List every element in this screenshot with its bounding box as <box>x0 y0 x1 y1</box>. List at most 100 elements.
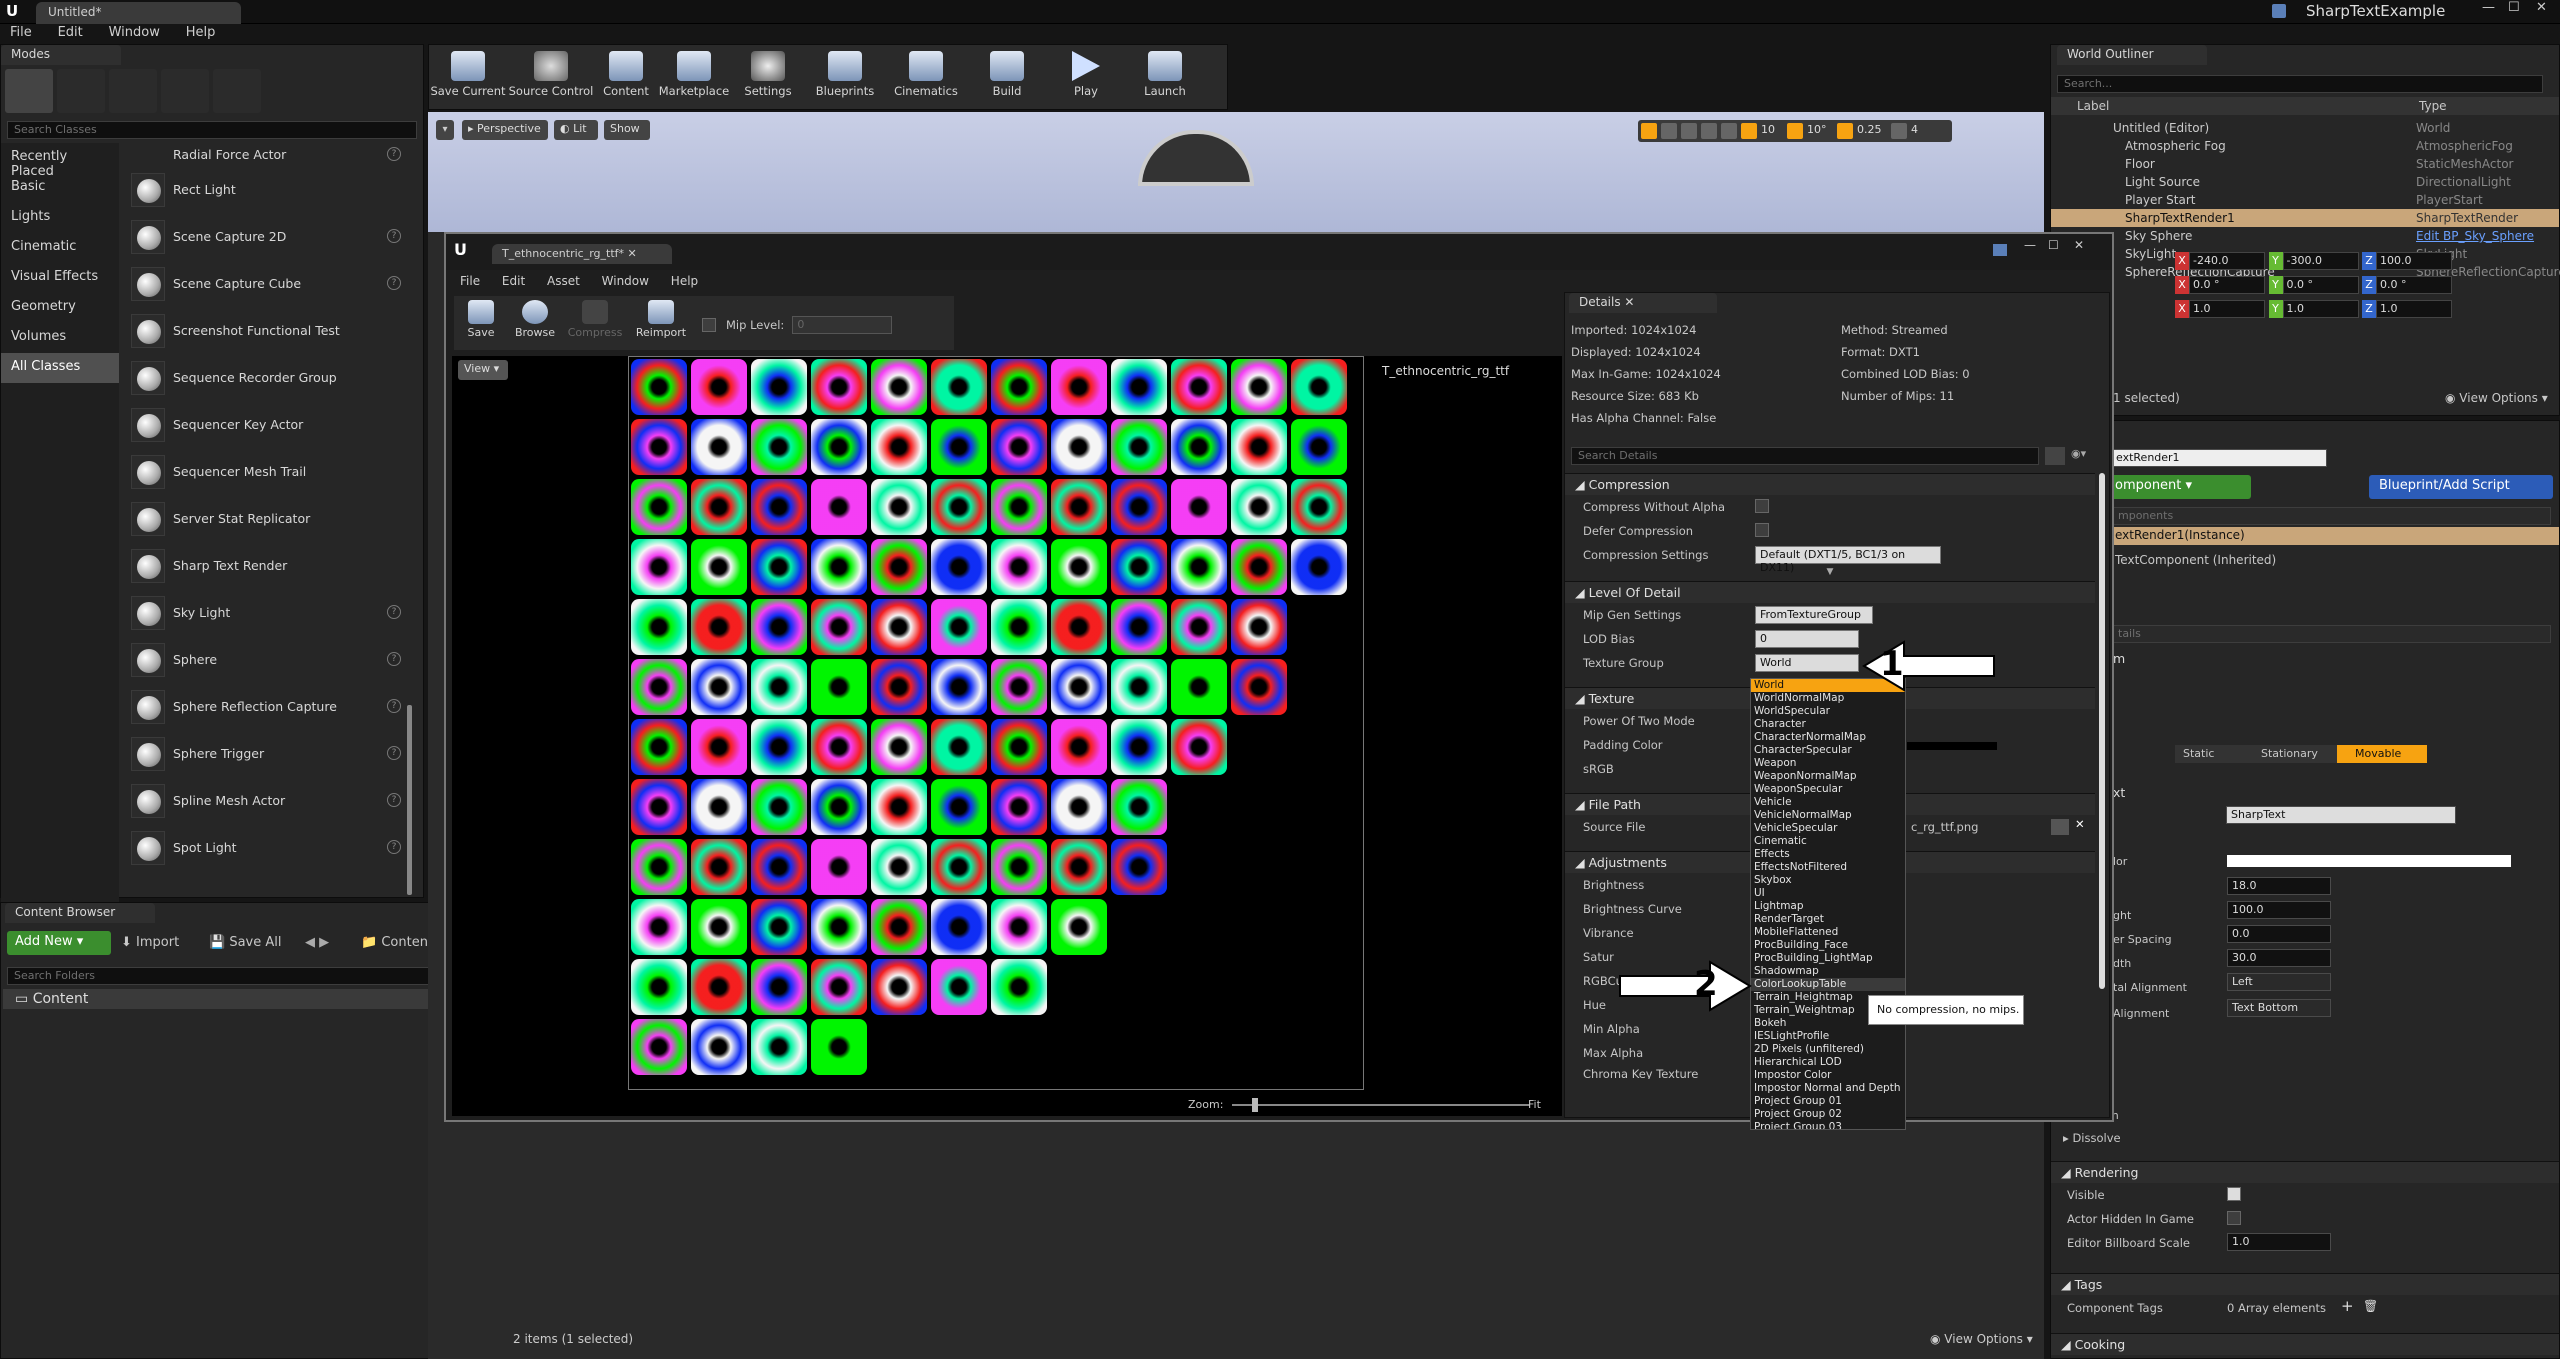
texture-group-option[interactable]: ProcBuilding_Face <box>1751 939 1905 952</box>
texture-group-option[interactable]: Project Group 03 <box>1751 1121 1905 1129</box>
edit-blueprint-link[interactable]: Edit BP_Sky_Sphere <box>2416 229 2534 243</box>
mobility-static[interactable]: Static <box>2175 745 2247 763</box>
source-control-button[interactable]: Source Control <box>507 45 595 109</box>
menu-help[interactable]: Help <box>186 25 216 40</box>
actor-list-scrollbar[interactable] <box>407 705 412 895</box>
texture-group-option[interactable]: Weapon <box>1751 757 1905 770</box>
translate-icon[interactable] <box>1641 123 1657 139</box>
place-mode-icon[interactable] <box>5 69 53 113</box>
search-classes-input[interactable]: Search Classes <box>7 121 417 139</box>
angle-value[interactable]: 10° <box>1807 123 1833 139</box>
texture-group-option[interactable]: IESLightProfile <box>1751 1030 1905 1043</box>
content-view-options[interactable]: ◉ View Options ▾ <box>1930 1332 2033 1346</box>
compression-section[interactable]: ◢ Compression <box>1565 473 2095 495</box>
mip-level-checkbox[interactable] <box>702 318 716 332</box>
help-icon[interactable]: ? <box>387 147 401 161</box>
visible-checkbox[interactable] <box>2227 1187 2241 1201</box>
save-all-button[interactable]: 💾 Save All <box>209 935 282 950</box>
padding-color-swatch[interactable] <box>1907 742 1997 750</box>
eye-icon[interactable]: ◉▾ <box>2071 447 2101 465</box>
category-recently-placed[interactable]: Recently Placed <box>1 143 119 179</box>
texture-group-option[interactable]: Project Group 01 <box>1751 1095 1905 1108</box>
zoom-slider-handle[interactable] <box>1252 1098 1258 1112</box>
defer-compression-checkbox[interactable] <box>1755 523 1769 537</box>
reimport-button[interactable]: Reimport <box>628 296 694 350</box>
close-button[interactable]: ✕ <box>2074 238 2084 252</box>
browse-file-icon[interactable] <box>2051 819 2069 835</box>
texture-group-option[interactable]: 2D Pixels (unfiltered) <box>1751 1043 1905 1056</box>
actor-name-input[interactable]: extRender1 <box>2111 449 2327 467</box>
texture-group-option[interactable]: CharacterNormalMap <box>1751 731 1905 744</box>
actor-scene-capture-2d[interactable]: Scene Capture 2D? <box>123 214 415 261</box>
texture-group-option[interactable]: ColorLookupTable <box>1751 978 1905 991</box>
mip-gen-dropdown[interactable]: FromTextureGroup <box>1755 606 1873 624</box>
grid-snap-icon[interactable] <box>1741 123 1757 139</box>
help-icon[interactable]: ? <box>387 276 401 290</box>
actor-sequence-recorder[interactable]: Sequence Recorder Group <box>123 355 415 402</box>
texture-group-option[interactable]: UI <box>1751 887 1905 900</box>
menu-window[interactable]: Window <box>109 25 160 40</box>
category-volumes[interactable]: Volumes <box>1 323 119 353</box>
build-button[interactable]: Build <box>967 45 1047 109</box>
texture-group-option[interactable]: VehicleSpecular <box>1751 822 1905 835</box>
texture-group-option[interactable]: Impostor Color <box>1751 1069 1905 1082</box>
help-icon[interactable]: ? <box>387 699 401 713</box>
outliner-row[interactable]: Untitled (Editor) World <box>2051 119 2559 137</box>
menu-edit[interactable]: Edit <box>58 25 83 40</box>
clear-file-icon[interactable]: ✕ <box>2075 817 2085 831</box>
geometry-mode-icon[interactable] <box>213 69 261 113</box>
content-folder-row[interactable]: ▭ Content <box>3 989 443 1009</box>
trash-icon[interactable]: 🗑 <box>2363 1299 2378 1313</box>
help-icon[interactable]: ? <box>387 652 401 666</box>
location-y[interactable]: -300.0 <box>2282 252 2359 270</box>
paint-mode-icon[interactable] <box>57 69 105 113</box>
rotation-x[interactable]: 0.0 ° <box>2189 276 2265 294</box>
rotation-z[interactable]: 0.0 ° <box>2376 276 2452 294</box>
spacing-input[interactable]: 0.0 <box>2227 925 2331 943</box>
rotation-y[interactable]: 0.0 ° <box>2282 276 2359 294</box>
category-all-classes[interactable]: All Classes <box>1 353 119 383</box>
perspective-button[interactable]: ▸ Perspective <box>462 120 548 140</box>
texture-tab[interactable]: T_ethnocentric_rg_ttf* ✕ <box>492 244 672 264</box>
outliner-search-input[interactable]: Search... <box>2057 75 2543 93</box>
texture-group-option[interactable]: Effects <box>1751 848 1905 861</box>
compression-settings-dropdown[interactable]: Default (DXT1/5, BC1/3 on DX11) <box>1755 546 1941 574</box>
actor-radial-force[interactable]: Radial Force Actor? <box>123 145 415 167</box>
actor-sharp-text-render[interactable]: Sharp Text Render <box>123 543 415 590</box>
valign-dropdown[interactable]: Text Bottom <box>2227 999 2331 1017</box>
minimize-button[interactable]: — <box>2024 238 2036 252</box>
add-tag-icon[interactable]: + <box>2341 1297 2354 1315</box>
halign-dropdown[interactable]: Left <box>2227 973 2331 991</box>
actor-spot-light[interactable]: Spot Light? <box>123 825 415 872</box>
col-label[interactable]: Label <box>2077 99 2109 113</box>
add-new-button[interactable]: Add New ▾ <box>7 931 111 955</box>
texture-group-option[interactable]: Shadowmap <box>1751 965 1905 978</box>
transform-section[interactable]: m <box>2113 651 2125 666</box>
actor-sequencer-mesh-trail[interactable]: Sequencer Mesh Trail <box>123 449 415 496</box>
import-button[interactable]: ⬇ Import <box>121 935 179 950</box>
actor-sphere-trigger[interactable]: Sphere Trigger? <box>123 731 415 778</box>
texture-group-option[interactable]: Skybox <box>1751 874 1905 887</box>
actor-server-stat[interactable]: Server Stat Replicator <box>123 496 415 543</box>
actor-rect-light[interactable]: Rect Light <box>123 167 415 214</box>
texture-group-option[interactable]: MobileFlattened <box>1751 926 1905 939</box>
texture-group-option[interactable]: VehicleNormalMap <box>1751 809 1905 822</box>
actor-sphere-reflection-capture[interactable]: Sphere Reflection Capture? <box>123 684 415 731</box>
details-tab[interactable]: Details ✕ <box>1569 293 1717 313</box>
lit-button[interactable]: ◐ Lit <box>554 120 598 140</box>
help-icon[interactable]: ? <box>387 840 401 854</box>
history-arrows[interactable]: ◀ ▶ <box>305 935 329 950</box>
texture-group-option[interactable]: Vehicle <box>1751 796 1905 809</box>
grid-value[interactable]: 10 <box>1761 123 1783 139</box>
source-control-icon[interactable] <box>2272 4 2286 18</box>
menu-window[interactable]: Window <box>602 274 649 288</box>
settings-button[interactable]: Settings <box>731 45 805 109</box>
billboard-scale-input[interactable]: 1.0 <box>2227 1233 2331 1251</box>
scale-icon[interactable] <box>1681 123 1697 139</box>
cooking-section[interactable]: ◢ Cooking <box>2051 1333 2559 1355</box>
cinematics-button[interactable]: Cinematics <box>885 45 967 109</box>
outliner-row[interactable]: Player Start PlayerStart <box>2051 191 2559 209</box>
scale-y[interactable]: 1.0 <box>2282 300 2359 318</box>
texture-group-option[interactable]: Lightmap <box>1751 900 1905 913</box>
tags-section[interactable]: ◢ Tags <box>2051 1273 2559 1295</box>
